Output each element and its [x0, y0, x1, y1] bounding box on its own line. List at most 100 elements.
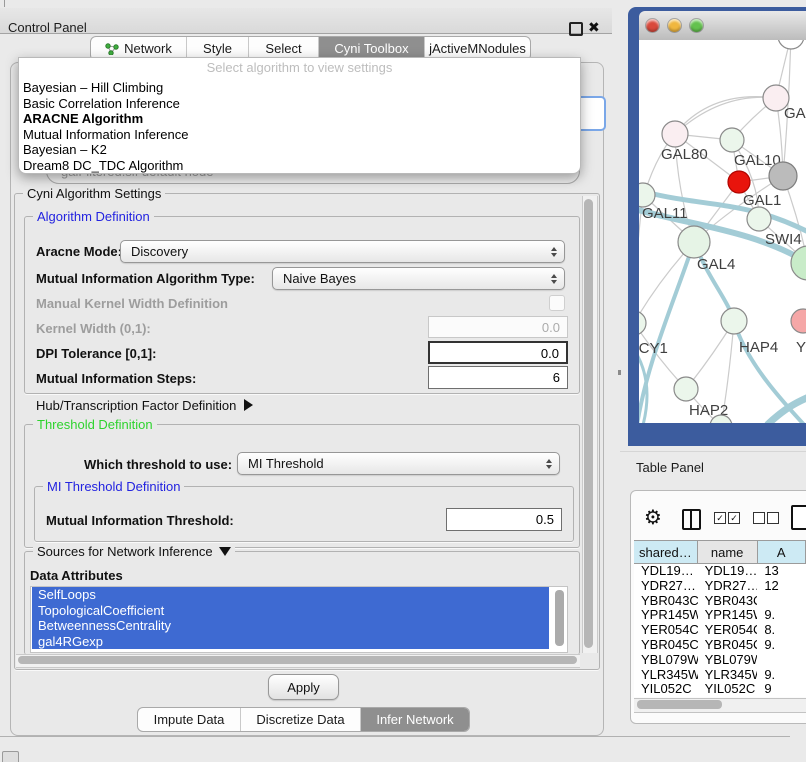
- table-row[interactable]: YBL079WYBL079W: [634, 653, 806, 668]
- mi-steps-field[interactable]: 6: [428, 366, 568, 389]
- tab-infer-network[interactable]: Infer Network: [361, 708, 469, 731]
- table-row[interactable]: YPR145WYPR145W9.: [634, 608, 806, 623]
- network-node-SWI4[interactable]: [747, 207, 771, 231]
- settings-gear-icon[interactable]: ⚙: [644, 505, 662, 531]
- algorithm-option[interactable]: Dream8 DC_TDC Algorithm: [19, 158, 580, 174]
- network-node-GAL1[interactable]: [728, 171, 750, 193]
- table-row[interactable]: YIL052CYIL052C9: [634, 682, 806, 697]
- table-cell[interactable]: 9.: [757, 608, 806, 623]
- checked-checkbox-icon[interactable]: ✓: [728, 512, 740, 524]
- data-attributes-list: SelfLoopsTopologicalCoefficientBetweenne…: [30, 586, 568, 653]
- table-cell[interactable]: 9.: [757, 668, 806, 683]
- network-window-titlebar[interactable]: [639, 11, 806, 41]
- table-cell[interactable]: 13: [757, 564, 806, 579]
- kernel-width-field[interactable]: 0.0: [428, 316, 568, 338]
- mi-threshold-field[interactable]: 0.5: [446, 508, 562, 531]
- hub-factor-expander[interactable]: Hub/Transcription Factor Definition: [36, 398, 253, 413]
- network-node-GAL80[interactable]: [662, 121, 688, 147]
- node-label-SWI4: SWI4: [765, 231, 802, 248]
- algorithm-option[interactable]: Bayesian – Hill Climbing: [19, 80, 580, 96]
- table-cell[interactable]: YER054C: [634, 623, 698, 638]
- network-node-partial-top[interactable]: [778, 40, 804, 49]
- unchecked-checkbox-icon[interactable]: [767, 512, 779, 524]
- unchecked-checkbox-icon[interactable]: [753, 512, 765, 524]
- table-cell[interactable]: YER054C: [698, 623, 758, 638]
- table-cell[interactable]: YBR045C: [698, 638, 758, 653]
- node-label-salmon-node: Y: [796, 339, 806, 356]
- tab-discretize-data[interactable]: Discretize Data: [241, 708, 361, 731]
- attribute-item[interactable]: SelfLoops: [32, 587, 549, 603]
- cyni-settings-title: Cyni Algorithm Settings: [23, 186, 165, 201]
- column-header[interactable]: A: [758, 541, 806, 564]
- network-edge: [645, 97, 776, 192]
- network-canvas[interactable]: GALGAL80GAL10GAL1GAL11SWI4GAL4GCY1HAP4YH…: [639, 40, 806, 423]
- table-cell[interactable]: YLR345W: [634, 668, 698, 683]
- attribute-item[interactable]: BetweennessCentrality: [32, 618, 549, 634]
- dpi-tolerance-field[interactable]: 0.0: [428, 341, 568, 364]
- table-cell[interactable]: YDL19…: [698, 564, 758, 579]
- table-row[interactable]: YBR043CYBR043C: [634, 594, 806, 609]
- corner-icon[interactable]: [2, 751, 19, 762]
- float-panel-icon[interactable]: [569, 22, 583, 36]
- table-cell[interactable]: YBL079W: [698, 653, 758, 668]
- table-cell[interactable]: 8.: [757, 623, 806, 638]
- tab-impute-data[interactable]: Impute Data: [138, 708, 241, 731]
- settings-hscrollbar-thumb[interactable]: [18, 656, 577, 664]
- which-threshold-combo[interactable]: MI Threshold: [237, 452, 560, 475]
- table-cell[interactable]: YPR145W: [634, 608, 698, 623]
- table-cell[interactable]: YPR145W: [698, 608, 758, 623]
- table-cell[interactable]: YDL19…: [634, 564, 698, 579]
- table-cell[interactable]: [757, 653, 806, 668]
- table-cell[interactable]: [757, 594, 806, 609]
- table-row[interactable]: YBR045CYBR045C9.: [634, 638, 806, 653]
- minimize-traffic-light[interactable]: [668, 19, 681, 32]
- table-cell[interactable]: 9.: [757, 638, 806, 653]
- network-node-GAL10[interactable]: [720, 128, 744, 152]
- table-cell[interactable]: YBL079W: [634, 653, 698, 668]
- network-node-grey-node[interactable]: [769, 162, 797, 190]
- algorithm-option[interactable]: Mutual Information Inference: [19, 127, 580, 143]
- algorithm-option[interactable]: ARACNE Algorithm: [19, 111, 580, 127]
- close-panel-icon[interactable]: ✖: [588, 19, 600, 36]
- aracne-mode-combo[interactable]: Discovery: [120, 240, 565, 263]
- network-node-salmon-node[interactable]: [791, 309, 806, 333]
- algorithm-option[interactable]: Bayesian – K2: [19, 142, 580, 158]
- table-row[interactable]: YER054CYER054C8.: [634, 623, 806, 638]
- network-node-GCY1[interactable]: [639, 311, 646, 335]
- expand-right-icon: [244, 399, 253, 411]
- network-node-HAP2[interactable]: [674, 377, 698, 401]
- sources-title[interactable]: Sources for Network Inference: [33, 544, 235, 559]
- table-row[interactable]: YDL19…YDL19…13: [634, 564, 806, 579]
- table-cell[interactable]: 9: [757, 682, 806, 697]
- column-header[interactable]: name: [698, 541, 758, 564]
- table-cell[interactable]: 12: [757, 579, 806, 594]
- table-cell[interactable]: YDR27…: [634, 579, 698, 594]
- table-hscrollbar-thumb[interactable]: [637, 700, 722, 709]
- apply-button[interactable]: Apply: [268, 674, 339, 700]
- table-cell[interactable]: YBR043C: [634, 594, 698, 609]
- settings-vscrollbar-thumb[interactable]: [584, 199, 593, 648]
- zoom-traffic-light[interactable]: [690, 19, 703, 32]
- attribute-item[interactable]: TopologicalCoefficient: [32, 603, 549, 619]
- attributes-scrollbar-thumb[interactable]: [555, 590, 564, 646]
- table-row[interactable]: YDR27…YDR27…12: [634, 579, 806, 594]
- table-cell[interactable]: YLR345W: [698, 668, 758, 683]
- table-row[interactable]: YLR345WYLR345W9.: [634, 668, 806, 683]
- network-node-GAL4[interactable]: [678, 226, 710, 258]
- network-node-HAP4[interactable]: [721, 308, 747, 334]
- split-columns-icon[interactable]: [682, 509, 701, 530]
- attribute-item[interactable]: gal4RGexp: [32, 634, 549, 650]
- table-cell[interactable]: YBR045C: [634, 638, 698, 653]
- close-traffic-light[interactable]: [646, 19, 659, 32]
- network-node-big-green[interactable]: [791, 246, 806, 280]
- mi-type-combo[interactable]: Naive Bayes: [272, 267, 565, 290]
- algorithm-option[interactable]: Basic Correlation Inference: [19, 96, 580, 112]
- checked-checkbox-icon[interactable]: ✓: [714, 512, 726, 524]
- document-icon[interactable]: [791, 505, 806, 530]
- manual-kernel-checkbox[interactable]: [549, 295, 565, 311]
- table-cell[interactable]: YDR27…: [698, 579, 758, 594]
- table-cell[interactable]: YIL052C: [698, 682, 758, 697]
- table-cell[interactable]: YBR043C: [698, 594, 758, 609]
- table-cell[interactable]: YIL052C: [634, 682, 698, 697]
- column-header[interactable]: shared…: [634, 541, 698, 564]
